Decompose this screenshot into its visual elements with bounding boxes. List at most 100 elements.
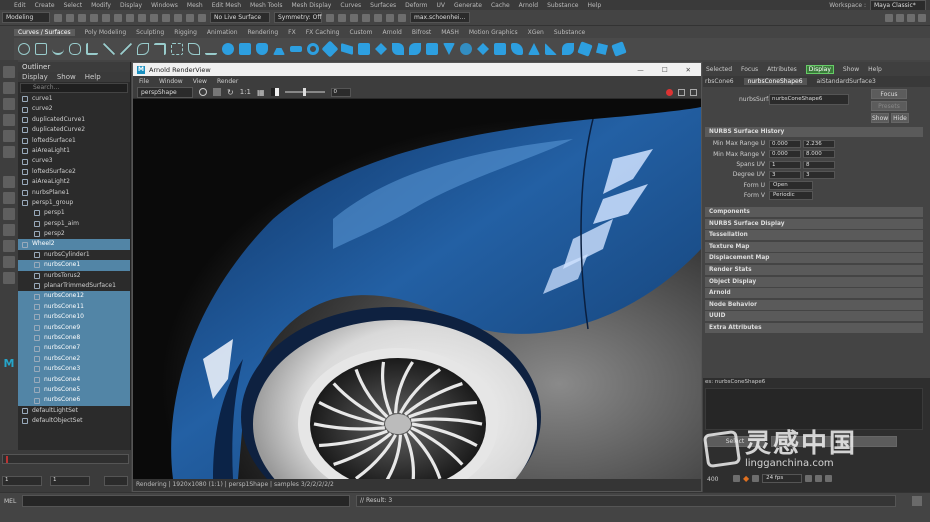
revolve-icon[interactable] bbox=[321, 40, 339, 58]
lasso-tool-icon[interactable] bbox=[3, 82, 15, 94]
outliner-item[interactable]: defaultLightSet bbox=[18, 406, 130, 416]
mode-dropdown[interactable]: Modeling bbox=[2, 12, 50, 23]
focus-button[interactable]: Focus bbox=[871, 89, 907, 99]
curve-cv-icon[interactable] bbox=[69, 43, 81, 55]
outliner-item[interactable]: persp1_group bbox=[18, 198, 130, 208]
extend-surface-icon[interactable] bbox=[596, 43, 608, 55]
sound-icon[interactable] bbox=[815, 475, 823, 482]
menu-mesh[interactable]: Mesh bbox=[187, 2, 203, 9]
contrast-icon[interactable] bbox=[270, 88, 279, 96]
outliner-item[interactable]: nurbsPlane1 bbox=[18, 188, 130, 198]
render-settings-icon[interactable] bbox=[350, 13, 358, 22]
outliner-item[interactable]: nurbsCone6 bbox=[18, 395, 130, 406]
layout-outliner-icon[interactable] bbox=[3, 224, 15, 236]
rv-menu-window[interactable]: Window bbox=[159, 78, 183, 85]
menu-deform[interactable]: Deform bbox=[405, 2, 427, 9]
attr-menu-focus[interactable]: Focus bbox=[741, 66, 758, 73]
insert-isoparm-icon[interactable] bbox=[577, 41, 593, 57]
rv-menu-view[interactable]: View bbox=[193, 78, 207, 85]
user-icon[interactable] bbox=[398, 13, 406, 22]
shelf-tab-custom[interactable]: Custom bbox=[349, 29, 372, 36]
max-v-field[interactable]: 8.000 bbox=[803, 150, 835, 159]
render-frame-icon[interactable] bbox=[326, 13, 334, 22]
outliner-item[interactable]: nurbsCone11 bbox=[18, 301, 130, 313]
menu-mesh-tools[interactable]: Mesh Tools bbox=[250, 2, 282, 9]
snap-curve-icon[interactable] bbox=[150, 13, 158, 22]
show-button[interactable]: Show bbox=[871, 113, 889, 123]
layout-graph-icon[interactable] bbox=[3, 240, 15, 252]
key-icon[interactable] bbox=[752, 475, 760, 482]
menu-windows[interactable]: Windows bbox=[151, 2, 178, 9]
outliner-search-input[interactable]: Search... bbox=[20, 83, 128, 93]
attr-menu-selected[interactable]: Selected bbox=[706, 66, 732, 73]
min-v-field[interactable]: 0.000 bbox=[769, 150, 801, 159]
menu-generate[interactable]: Generate bbox=[454, 2, 482, 9]
layout-uv-icon[interactable] bbox=[3, 272, 15, 284]
channel-icon[interactable] bbox=[213, 88, 221, 96]
nurbs-cone-icon[interactable] bbox=[273, 43, 285, 55]
outliner-menu-help[interactable]: Help bbox=[85, 72, 101, 82]
nurbs-sphere-icon[interactable] bbox=[222, 43, 234, 55]
menu-mesh-display[interactable]: Mesh Display bbox=[292, 2, 332, 9]
text-curve-icon[interactable] bbox=[137, 43, 149, 55]
shelf-tab-bifrost[interactable]: Bifrost bbox=[412, 29, 431, 36]
workspace-dropdown[interactable]: Maya Classic* bbox=[870, 0, 926, 10]
redo-icon[interactable] bbox=[90, 13, 98, 22]
camera-dropdown[interactable]: perspShape bbox=[137, 86, 193, 98]
section-displacement-map[interactable]: Displacement Map bbox=[705, 253, 923, 264]
section-node-behavior[interactable]: Node Behavior bbox=[705, 299, 923, 310]
outliner-item[interactable]: loftedSurface1 bbox=[18, 136, 130, 146]
spans-u-field[interactable]: 1 bbox=[769, 160, 801, 169]
outliner-item[interactable]: aiAreaLight2 bbox=[18, 177, 130, 187]
nurbs-cylinder-icon[interactable] bbox=[256, 43, 268, 55]
tab-nurbsconeshape6[interactable]: nurbsConeShape6 bbox=[743, 78, 807, 85]
undo-icon[interactable] bbox=[78, 13, 86, 22]
menu-help[interactable]: Help bbox=[587, 2, 601, 9]
bezier-curve-icon[interactable] bbox=[120, 43, 132, 55]
trim-icon[interactable] bbox=[494, 43, 506, 55]
nurbs-square-icon[interactable] bbox=[35, 43, 47, 55]
menu-edit[interactable]: Edit bbox=[14, 2, 26, 9]
outliner-item[interactable]: nurbsCone9 bbox=[18, 322, 130, 333]
select-object-icon[interactable] bbox=[114, 13, 122, 22]
outliner-item[interactable]: nurbsCone5 bbox=[18, 384, 130, 396]
rotate-tool-icon[interactable] bbox=[3, 130, 15, 142]
loft-icon[interactable] bbox=[341, 43, 353, 55]
section-components[interactable]: Components bbox=[705, 206, 923, 217]
outliner-item[interactable]: nurbsCone8 bbox=[18, 332, 130, 344]
ipr-icon[interactable] bbox=[338, 13, 346, 22]
snap-point-icon[interactable] bbox=[162, 13, 170, 22]
outliner-item[interactable]: persp1 bbox=[18, 208, 130, 218]
range-current-field[interactable]: 1 bbox=[50, 476, 90, 486]
shelf-tab-xgen[interactable]: XGen bbox=[528, 29, 544, 36]
open-close-icon[interactable] bbox=[562, 43, 574, 55]
channel-box-icon[interactable] bbox=[918, 13, 926, 22]
layout-single-icon[interactable] bbox=[3, 176, 15, 188]
shelf-tab-substance[interactable]: Substance bbox=[554, 29, 585, 36]
max-u-field[interactable]: 2.236 bbox=[803, 139, 835, 148]
section-tessellation[interactable]: Tessellation bbox=[705, 230, 923, 241]
pencil-curve-icon[interactable] bbox=[103, 43, 115, 55]
outliner-item[interactable]: duplicatedCurve1 bbox=[18, 115, 130, 125]
layout-hypershade-icon[interactable] bbox=[3, 256, 15, 268]
select-tool-icon[interactable] bbox=[3, 66, 15, 78]
outliner-item[interactable]: nurbsCone12 bbox=[18, 291, 130, 302]
attr-menu-show[interactable]: Show bbox=[843, 66, 859, 73]
outliner-item[interactable]: nurbsCone1 bbox=[18, 260, 130, 271]
spans-v-field[interactable]: 8 bbox=[803, 160, 835, 169]
outliner-item[interactable]: persp1_aim bbox=[18, 219, 130, 229]
menu-surfaces[interactable]: Surfaces bbox=[370, 2, 396, 9]
live-surface-field[interactable]: No Live Surface bbox=[210, 12, 270, 23]
section-render-stats[interactable]: Render Stats bbox=[705, 264, 923, 275]
node-name-field[interactable]: nurbsConeShape6 bbox=[769, 94, 849, 105]
snap-view-icon[interactable] bbox=[174, 13, 182, 22]
menu-select[interactable]: Select bbox=[64, 2, 83, 9]
close-icon[interactable]: ✕ bbox=[686, 66, 691, 74]
maximize-icon[interactable]: ☐ bbox=[662, 66, 668, 74]
menu-uv[interactable]: UV bbox=[436, 2, 445, 9]
section-nurbs-surface-display[interactable]: NURBS Surface Display bbox=[705, 218, 923, 229]
arc-icon[interactable] bbox=[52, 43, 64, 55]
exposure-handle[interactable] bbox=[302, 88, 306, 96]
detach-curve-icon[interactable] bbox=[171, 43, 183, 55]
shelf-tab-arnold[interactable]: Arnold bbox=[382, 29, 401, 36]
